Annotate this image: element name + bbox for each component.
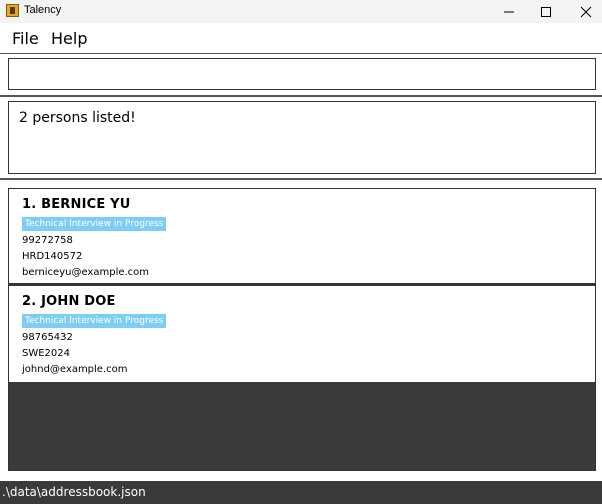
- person-phone: 98765432: [22, 332, 73, 343]
- title-bar: Talency: [0, 0, 602, 23]
- close-button[interactable]: [566, 0, 602, 23]
- window-title: Talency: [24, 4, 62, 16]
- person-list[interactable]: 1. BERNICE YU Technical Interview in Pro…: [8, 188, 596, 471]
- minimize-button[interactable]: [489, 0, 529, 23]
- status-bar: .\data\addressbook.json: [0, 481, 602, 504]
- app-icon: [6, 4, 19, 17]
- person-card[interactable]: 2. JOHN DOE Technical Interview in Progr…: [9, 286, 595, 382]
- status-tag: Technical Interview in Progress: [22, 314, 167, 328]
- person-job-code: SWE2024: [22, 348, 71, 359]
- status-tag: Technical Interview in Progress: [22, 217, 167, 231]
- command-box: [8, 58, 596, 90]
- person-job-code: HRD140572: [22, 251, 83, 262]
- result-message: 2 persons listed!: [19, 110, 136, 126]
- divider: [0, 178, 602, 180]
- menu-file[interactable]: File: [12, 29, 39, 48]
- divider: [0, 95, 602, 97]
- maximize-icon: [541, 6, 551, 17]
- result-display: 2 persons listed!: [8, 101, 596, 174]
- person-email: berniceyu@example.com: [22, 267, 150, 278]
- maximize-button[interactable]: [526, 0, 566, 23]
- person-name: 1. BERNICE YU: [22, 197, 131, 212]
- person-phone: 99272758: [22, 235, 73, 246]
- close-icon: [580, 6, 592, 17]
- person-card[interactable]: 1. BERNICE YU Technical Interview in Pro…: [9, 189, 595, 285]
- save-file-path: .\data\addressbook.json: [2, 485, 146, 499]
- divider: [0, 53, 602, 54]
- command-input[interactable]: [9, 59, 595, 89]
- minimize-icon: [504, 11, 514, 12]
- menu-help[interactable]: Help: [51, 29, 87, 48]
- menu-bar: File Help: [0, 23, 602, 53]
- person-name: 2. JOHN DOE: [22, 294, 116, 309]
- person-email: johnd@example.com: [22, 364, 128, 375]
